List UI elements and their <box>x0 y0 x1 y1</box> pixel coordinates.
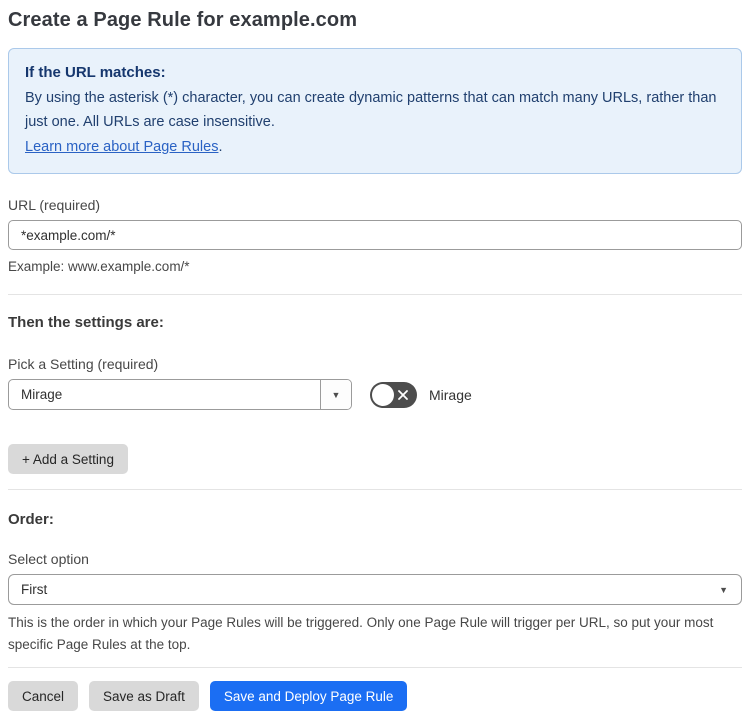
form-actions: Cancel Save as Draft Save and Deploy Pag… <box>8 681 742 711</box>
setting-select-value: Mirage <box>21 387 63 402</box>
order-section-heading: Order: <box>8 511 54 528</box>
save-and-deploy-button[interactable]: Save and Deploy Page Rule <box>209 681 408 711</box>
order-select-label: Select option <box>8 551 89 567</box>
setting-row: Mirage ▼ Mirage <box>8 379 742 410</box>
order-select[interactable]: First ▼ <box>8 574 742 605</box>
info-box-body: By using the asterisk (*) character, you… <box>25 90 717 130</box>
learn-more-link[interactable]: Learn more about Page Rules <box>25 139 218 155</box>
setting-select-button[interactable]: ▼ <box>320 380 351 409</box>
caret-down-icon: ▼ <box>719 584 728 595</box>
setting-picker-label: Pick a Setting (required) <box>8 356 159 372</box>
url-helper-text: Example: www.example.com/* <box>8 259 190 274</box>
url-field-label: URL (required) <box>8 197 101 213</box>
url-match-info-box: If the URL matches: By using the asteris… <box>8 48 742 174</box>
toggle-label: Mirage <box>429 386 472 403</box>
info-box-heading: If the URL matches: <box>25 64 166 81</box>
toggle-knob <box>372 383 394 406</box>
divider <box>8 667 742 668</box>
mirage-toggle[interactable] <box>370 381 417 408</box>
caret-down-icon: ▼ <box>331 389 341 400</box>
page-rule-form: Create a Page Rule for example.com If th… <box>0 0 750 721</box>
settings-section-heading: Then the settings are: <box>8 314 164 331</box>
close-icon <box>398 389 408 400</box>
divider <box>8 294 742 295</box>
cancel-button[interactable]: Cancel <box>8 681 79 711</box>
link-suffix: . <box>218 139 223 155</box>
url-input[interactable] <box>8 220 742 250</box>
add-setting-button[interactable]: + Add a Setting <box>8 444 128 474</box>
setting-select[interactable]: Mirage ▼ <box>8 379 352 410</box>
divider <box>8 489 742 490</box>
order-select-value: First <box>21 582 48 597</box>
save-as-draft-button[interactable]: Save as Draft <box>89 681 199 711</box>
order-helper-text: This is the order in which your Page Rul… <box>8 615 714 652</box>
page-title: Create a Page Rule for example.com <box>8 9 358 31</box>
info-box-link-line: Learn more about Page Rules. <box>25 135 725 159</box>
